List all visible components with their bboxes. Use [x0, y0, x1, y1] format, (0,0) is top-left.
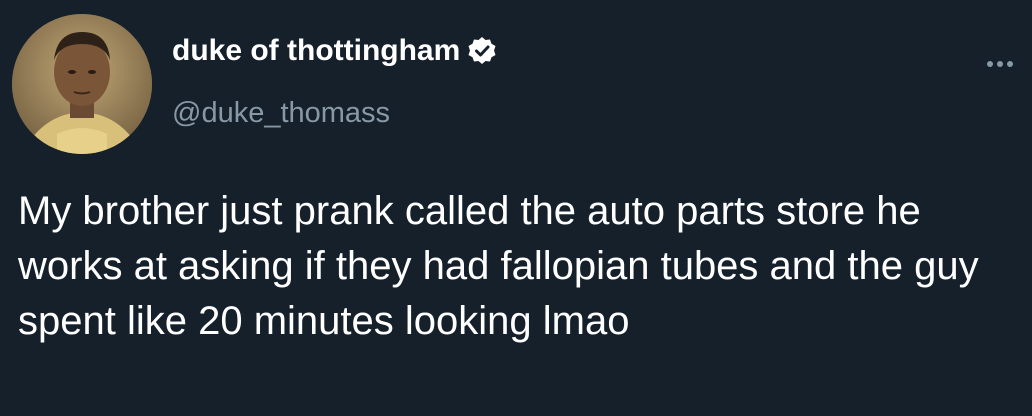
more-options-icon[interactable]	[978, 54, 1022, 74]
tweet-text: My brother just prank called the auto pa…	[18, 189, 979, 343]
name-row: duke of thottingham	[172, 34, 498, 68]
avatar[interactable]	[12, 14, 152, 154]
avatar-image	[12, 14, 152, 154]
tweet-card: duke of thottingham @duke_thomass My bro…	[0, 0, 1032, 416]
user-handle[interactable]: @duke_thomass	[172, 97, 390, 130]
more-dot	[1007, 61, 1013, 67]
more-dot	[997, 61, 1003, 67]
verified-badge-icon	[466, 35, 498, 67]
more-dot	[987, 61, 993, 67]
display-name[interactable]: duke of thottingham	[172, 34, 460, 68]
